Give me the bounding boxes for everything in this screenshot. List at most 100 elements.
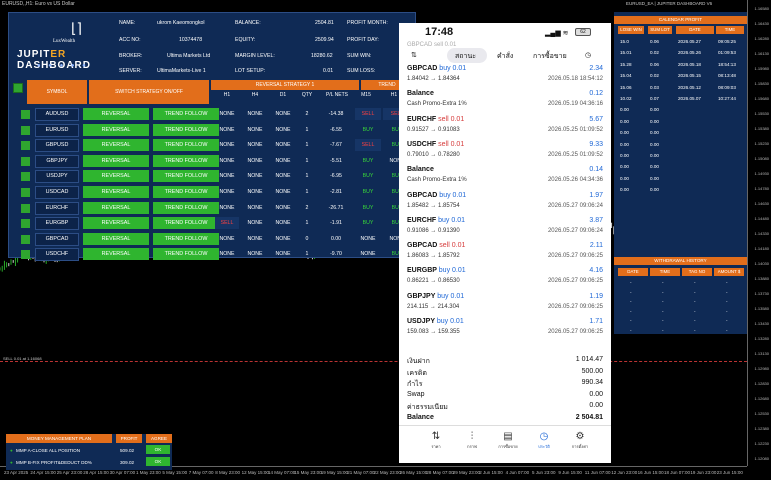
h1-signal: NONE <box>219 142 235 149</box>
sell-order-line[interactable] <box>0 361 747 362</box>
trade-item[interactable]: GBPCAD sell 0.01 1.86083 → 1.85792 2.11 202… <box>407 242 603 270</box>
symbol-cell: AUDUSD <box>35 108 79 121</box>
status-bar: 17:48 ▂▄▆ ≋ 62 <box>399 23 611 43</box>
trend-follow-button[interactable]: TREND FOLLOW <box>153 108 219 120</box>
time-tick: 5 Jun 23:00 <box>532 470 556 475</box>
master-toggle[interactable] <box>13 83 23 93</box>
trade-item[interactable]: USDCHF sell 0.01 0.79010 → 0.78280 9.33 202… <box>407 141 603 169</box>
symbol-toggle[interactable] <box>21 141 30 151</box>
tab-settings[interactable]: ⚙ การตั้งค่า <box>565 431 595 450</box>
trade-item[interactable]: GBPCAD buy 0.01 1.85482 → 1.85754 1.97 2026… <box>407 192 603 220</box>
h4-signal: NONE <box>247 142 263 149</box>
reversal-button[interactable]: REVERSAL <box>83 217 149 230</box>
time-tick: 23 Apr 2025 <box>4 470 29 475</box>
symbol-cell: GBPUSD <box>35 139 79 153</box>
calendar-cell: 0.00 <box>620 107 629 113</box>
tab-trade[interactable]: ▤ การซื้อขาย <box>493 431 523 450</box>
clock-icon[interactable]: ◷ <box>585 51 591 59</box>
time-tick: 15 May 23:00 <box>294 470 322 475</box>
jupiter-dashboard: ⌊⌉ LuxWealth JUPITER DASHBOARD ● ● ● ● ●… <box>8 12 416 262</box>
tab-orders[interactable]: คำสั่ง <box>497 51 513 62</box>
trend-follow-button[interactable]: TREND FOLLOW <box>153 217 219 230</box>
reversal-button[interactable]: REVERSAL <box>83 170 149 183</box>
trend-follow-button[interactable]: TREND FOLLOW <box>153 139 219 152</box>
battery-icon: 62 <box>575 28 591 36</box>
tab-history[interactable]: ◷ ประวัติ <box>529 431 559 450</box>
money-management-panel: MONEY MANAGEMENT PLAN PROFIT AGREE ● MMP… <box>6 434 172 470</box>
sort-icon[interactable]: ⇅ <box>411 51 417 59</box>
symbol-toggle[interactable] <box>21 172 30 182</box>
price-tick: 1.15080 <box>754 156 769 161</box>
tab-quotes[interactable]: ⇅ ราคา <box>421 431 451 450</box>
h1-signal: NONE <box>219 189 235 195</box>
qty-cell: 1 <box>305 189 309 195</box>
trade-item[interactable]: EURGBP buy 0.01 0.86221 → 0.86530 4.16 2026… <box>407 267 603 295</box>
symbol-cell: EURCHF <box>35 201 79 215</box>
symbol-toggle[interactable] <box>21 110 30 119</box>
calendar-cell: 0.00 <box>620 175 629 181</box>
symbol-toggle[interactable] <box>21 188 30 197</box>
trade-item[interactable]: Balance Cash Promo-Extra 1% 0.12 2026.05.1… <box>407 90 603 118</box>
qty-cell: 1 <box>305 142 309 149</box>
price-tick: 1.12830 <box>754 381 769 386</box>
price-tick: 1.14780 <box>754 186 769 191</box>
reversal-button[interactable]: REVERSAL <box>83 248 149 261</box>
tab-trades[interactable]: การซื้อขาย <box>533 51 567 62</box>
trade-item[interactable]: EURCHF sell 0.01 0.91527 → 0.91083 5.67 202… <box>407 116 603 144</box>
reversal-button[interactable]: REVERSAL <box>83 186 149 198</box>
symbol-toggle[interactable] <box>21 125 30 135</box>
symbol-toggle[interactable] <box>21 250 30 260</box>
withdrawal-cell: - <box>630 299 632 304</box>
price-tick: 1.14630 <box>754 201 769 206</box>
reversal-button[interactable]: REVERSAL <box>83 154 149 167</box>
tab-chart[interactable]: ⫶ กราฟ <box>457 431 487 450</box>
qty-cell: 1 <box>305 126 309 133</box>
reversal-button[interactable]: REVERSAL <box>83 123 149 136</box>
price-axis[interactable]: 1.16580 1.16430 1.16280 1.16130 1.15980 1.158… <box>747 0 771 466</box>
trend-follow-button[interactable]: TREND FOLLOW <box>153 186 219 198</box>
reversal-button[interactable]: REVERSAL <box>83 139 149 152</box>
calendar-cell <box>678 162 716 172</box>
time-tick: 11 Jun 07:00 <box>584 470 611 475</box>
reversal-button[interactable]: REVERSAL <box>83 232 149 245</box>
withdrawal-cell: - <box>630 327 632 333</box>
withdrawal-header: AMOUNT $ <box>714 268 744 276</box>
h1-signal: NONE <box>219 204 235 211</box>
trend-follow-button[interactable]: TREND FOLLOW <box>153 201 219 214</box>
agree-ok-button[interactable]: OK <box>146 445 170 454</box>
price-tick: 1.16280 <box>754 36 769 41</box>
h4-signal: NONE <box>247 111 263 117</box>
trend-follow-button[interactable]: TREND FOLLOW <box>153 248 219 261</box>
trend-follow-button[interactable]: TREND FOLLOW <box>153 232 219 245</box>
trend-follow-button[interactable]: TREND FOLLOW <box>153 154 219 167</box>
trend-follow-button[interactable]: TREND FOLLOW <box>153 170 219 183</box>
trade-item[interactable]: Balance Cash Promo-Extra 1% 0.14 2026.05.2… <box>407 166 603 194</box>
calendar-cell <box>718 117 746 127</box>
symbol-toggle[interactable] <box>21 156 30 166</box>
h4-signal: NONE <box>247 220 263 227</box>
agree-ok-button[interactable]: OK <box>146 457 170 466</box>
symbol-toggle[interactable] <box>21 219 30 229</box>
calendar-cell: 09:05:25 <box>718 39 736 44</box>
d1-signal: NONE <box>275 189 291 195</box>
trade-item[interactable]: GBPJPY buy 0.01 214.115 → 214.304 1.19 2026… <box>407 293 603 321</box>
time-tick: 21 May 07:00 <box>347 470 375 475</box>
reversal-button[interactable]: REVERSAL <box>83 108 149 120</box>
account-number: 10374478 <box>179 37 203 43</box>
pl-cell: -26.71 <box>328 204 344 211</box>
price-tick: 1.13730 <box>754 291 769 296</box>
profit-head: PROFIT <box>116 434 142 443</box>
withdrawal-cell: - <box>694 280 696 285</box>
reversal-button[interactable]: REVERSAL <box>83 201 149 214</box>
symbol-toggle[interactable] <box>21 234 30 244</box>
trade-item[interactable]: USDJPY buy 0.01 159.083 → 159.355 1.71 2026… <box>407 318 603 346</box>
money-row: ● MMP A-CLOSE ALL POSITION 509.02 OK <box>6 445 172 457</box>
summary-row: เครดิต 500.00 <box>407 367 603 377</box>
time-tick: 2 Jun 15:00 <box>479 470 503 475</box>
symbol-toggle[interactable] <box>21 203 30 213</box>
trade-item[interactable]: EURCHF buy 0.01 0.91086 → 0.91390 3.87 2026… <box>407 217 603 245</box>
trade-item[interactable]: GBPCAD buy 0.01 1.84042 → 1.84364 2.34 2026… <box>407 65 603 93</box>
price-tick: 1.12980 <box>754 366 769 371</box>
account-name: ukrom Kaeomongkol <box>157 20 205 26</box>
trend-follow-button[interactable]: TREND FOLLOW <box>153 123 219 136</box>
